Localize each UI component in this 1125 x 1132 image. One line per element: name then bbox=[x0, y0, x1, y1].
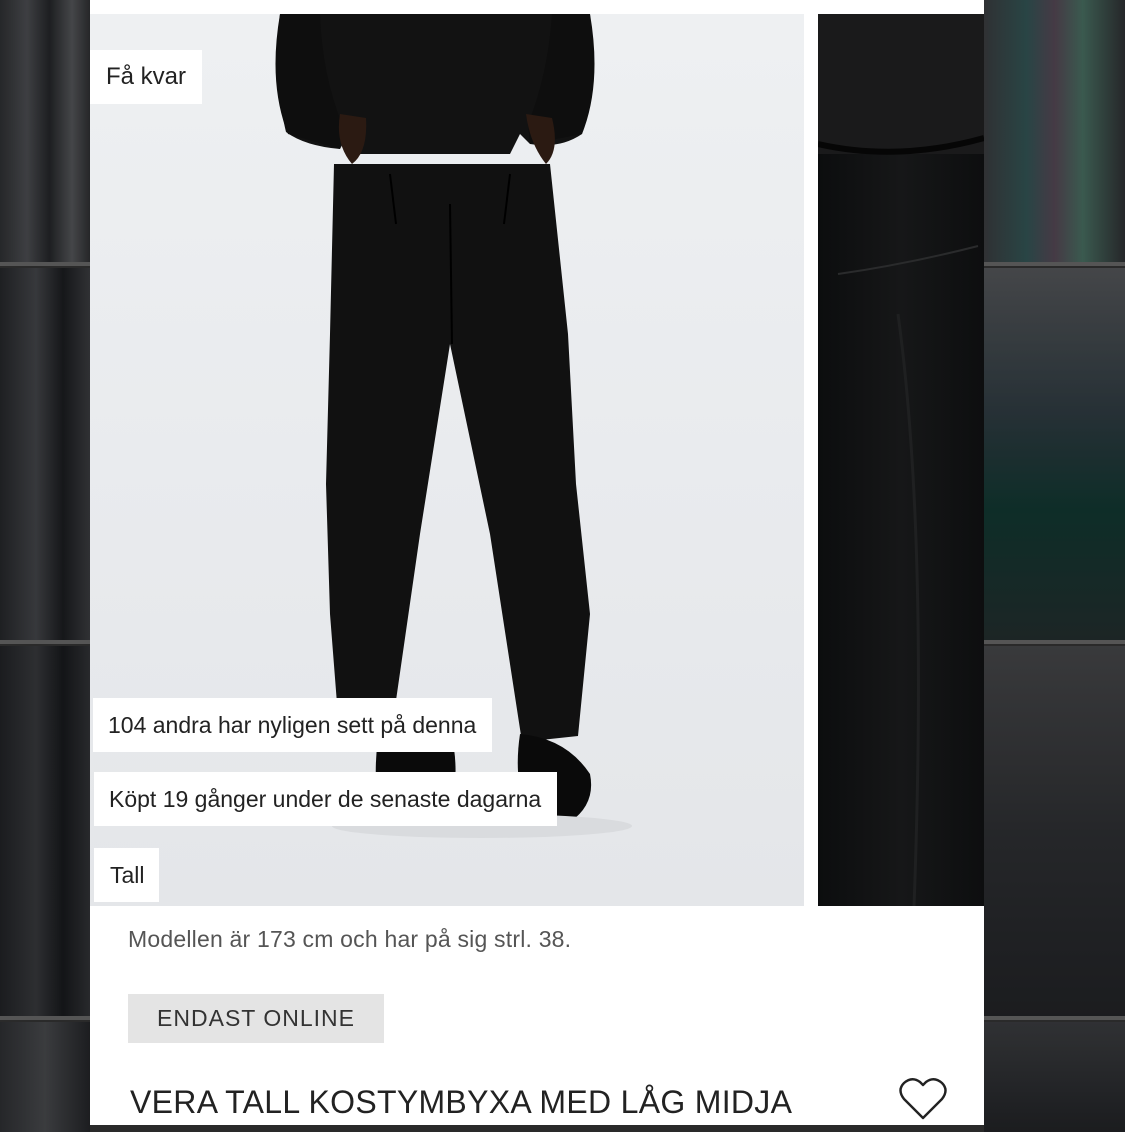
background-divider bbox=[0, 1016, 90, 1020]
model-size-info: Modellen är 173 cm och har på sig strl. … bbox=[128, 926, 572, 952]
background-tile bbox=[0, 268, 90, 640]
background-divider bbox=[984, 640, 1125, 644]
product-title[interactable]: VERA TALL KOSTYMBYXA MED LÅG MIDJA bbox=[130, 1084, 792, 1121]
recently-viewed-badge: 104 andra har nyligen sett på denna bbox=[93, 698, 493, 752]
product-main-image[interactable]: Få kvar 104 andra har nyligen sett på de… bbox=[90, 14, 804, 906]
background-tile bbox=[0, 0, 90, 262]
background-tile bbox=[0, 1022, 90, 1132]
recently-bought-badge: Köpt 19 gånger under de senaste dagarna bbox=[94, 772, 558, 826]
background-tile bbox=[984, 646, 1125, 1018]
product-card[interactable]: Få kvar 104 andra har nyligen sett på de… bbox=[90, 0, 984, 1125]
waistband-closeup bbox=[818, 14, 984, 906]
background-tile bbox=[0, 646, 90, 1018]
background-tile bbox=[984, 0, 1125, 262]
online-only-tag: ENDAST ONLINE bbox=[128, 994, 384, 1043]
background-tile bbox=[984, 268, 1125, 640]
card-top-strip bbox=[90, 0, 978, 14]
few-left-badge: Få kvar bbox=[90, 50, 203, 104]
heart-outline-icon bbox=[899, 1078, 947, 1120]
background-divider bbox=[984, 262, 1125, 266]
background-divider bbox=[0, 262, 90, 266]
fit-badge: Tall bbox=[94, 848, 159, 902]
background-divider bbox=[984, 1016, 1125, 1020]
product-secondary-image[interactable] bbox=[818, 14, 984, 906]
background-tile bbox=[984, 1022, 1125, 1132]
favorite-button[interactable] bbox=[898, 1076, 948, 1122]
background-divider bbox=[0, 640, 90, 644]
